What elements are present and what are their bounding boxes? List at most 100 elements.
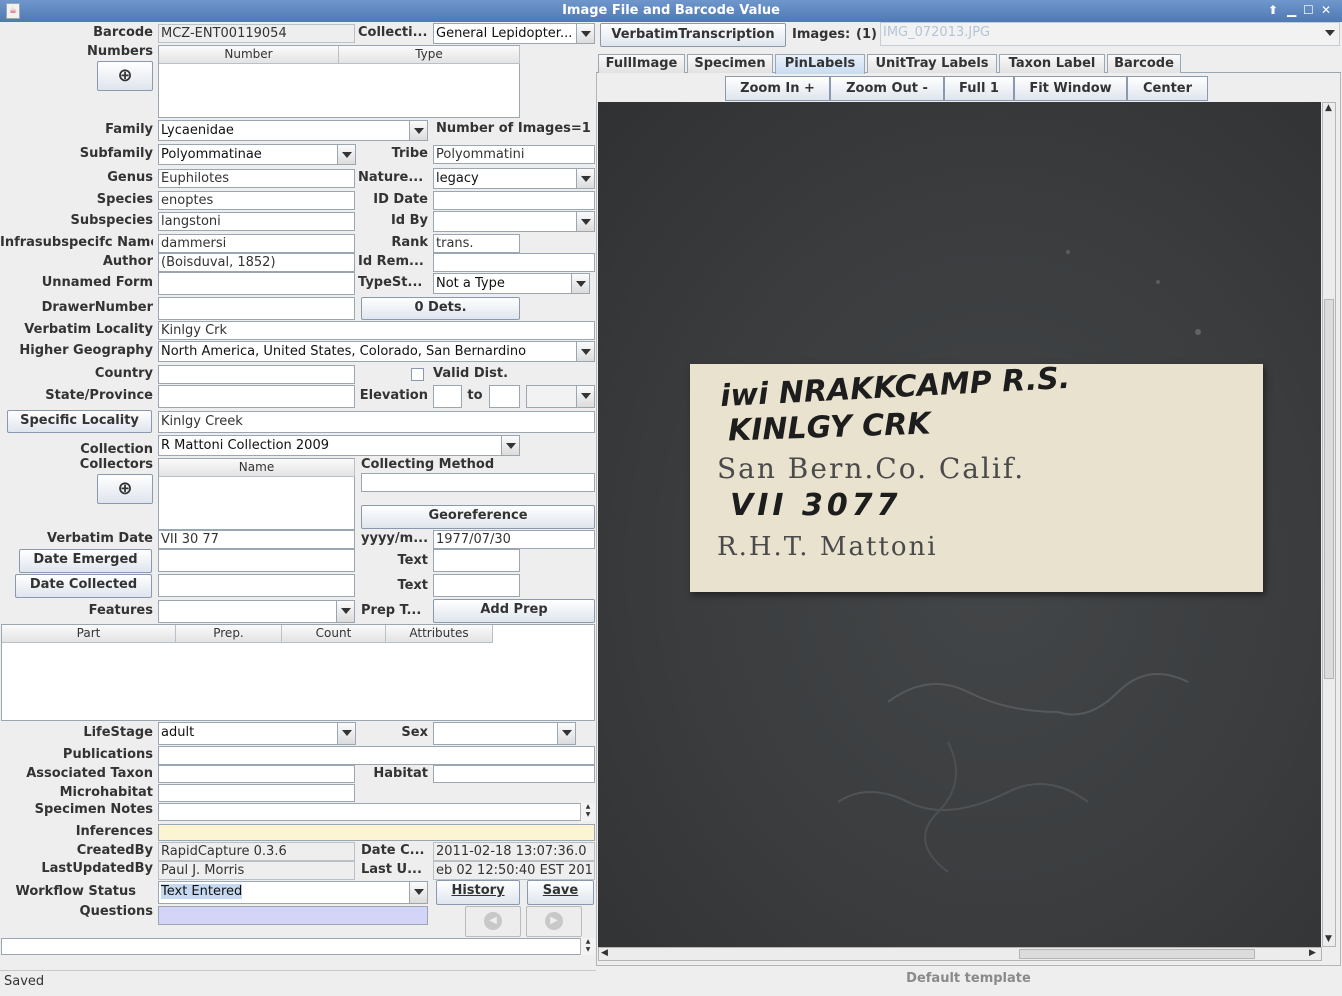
fit-window-button[interactable]: Fit Window — [1014, 76, 1127, 101]
chevron-down-icon[interactable] — [576, 24, 594, 43]
horizontal-scrollbar[interactable]: ◀ ▶ — [598, 947, 1322, 961]
date-collected-button[interactable]: Date Collected — [15, 574, 152, 598]
add-number-button[interactable]: ⊕ — [97, 61, 153, 91]
tribe-field[interactable]: Polyommatini — [433, 145, 595, 164]
life-stage-combo[interactable]: adult — [158, 722, 356, 745]
parts-col-attributes[interactable]: Attributes — [386, 625, 493, 643]
close-icon[interactable]: ✕ — [1321, 3, 1331, 17]
chevron-down-icon[interactable] — [409, 121, 427, 140]
collectors-col-name[interactable]: Name — [159, 459, 355, 477]
habitat-field[interactable] — [433, 765, 595, 783]
vertical-scrollbar[interactable]: ▲ ▼ — [1322, 102, 1336, 947]
date-emerged-text-field[interactable] — [433, 549, 520, 572]
verbatim-transcription-button[interactable]: VerbatimTranscription — [600, 23, 786, 47]
parts-col-prep[interactable]: Prep. — [176, 625, 282, 643]
elevation-units-combo[interactable] — [526, 385, 595, 408]
chevron-down-icon[interactable] — [557, 723, 575, 744]
questions-field[interactable] — [158, 906, 428, 925]
specimen-image[interactable]: iwi NRAKKCAMP R.S. KINLGY CRK San Bern.C… — [598, 102, 1321, 947]
image-file-combo[interactable]: IMG_072013.JPG — [880, 22, 1340, 46]
window-up-icon[interactable]: ⬆ — [1268, 3, 1278, 17]
chevron-down-icon[interactable] — [576, 212, 594, 231]
tab-barcode[interactable]: Barcode — [1107, 54, 1181, 73]
subspecies-field[interactable]: langstoni — [158, 212, 355, 231]
chevron-down-icon[interactable] — [337, 145, 355, 164]
date-collected-text-field[interactable] — [433, 574, 520, 597]
infrasubspecific-field[interactable]: dammersi — [158, 234, 355, 253]
message-spinner-icon[interactable]: ▲ ▼ — [580, 938, 595, 955]
family-combo[interactable]: Lycaenidae — [158, 120, 428, 141]
tab-full-image[interactable]: FullImage — [598, 54, 685, 73]
history-button[interactable]: History — [436, 880, 520, 905]
iso-date-field[interactable]: 1977/07/30 — [433, 530, 595, 549]
full-size-button[interactable]: Full 1 — [944, 76, 1014, 101]
chevron-down-icon[interactable] — [337, 723, 355, 744]
tab-specimen[interactable]: Specimen — [687, 54, 773, 73]
tab-pin-labels[interactable]: PinLabels — [775, 54, 865, 74]
collection-name-combo[interactable]: R Mattoni Collection 2009 — [158, 435, 520, 456]
message-area[interactable] — [1, 938, 595, 955]
numbers-table[interactable]: Number Type — [158, 45, 520, 118]
unnamed-form-field[interactable] — [158, 272, 355, 295]
numbers-col-number[interactable]: Number — [159, 46, 339, 64]
verbatim-date-field[interactable]: VII 30 77 — [158, 530, 355, 549]
chevron-down-icon[interactable] — [571, 274, 589, 293]
numbers-col-type[interactable]: Type — [339, 46, 520, 64]
collection-combo[interactable]: General Lepidopter... — [433, 23, 595, 44]
author-field[interactable]: (Boisduval, 1852) — [158, 253, 355, 272]
microhabitat-field[interactable] — [158, 784, 355, 802]
specimen-notes-spinner-icon[interactable]: ▲ ▼ — [580, 803, 595, 821]
previous-record-button[interactable]: ◀ — [465, 906, 521, 937]
georeference-button[interactable]: Georeference — [361, 505, 595, 529]
chevron-down-icon[interactable] — [409, 882, 427, 903]
next-record-button[interactable]: ▶ — [526, 906, 582, 937]
add-collector-button[interactable]: ⊕ — [97, 474, 153, 504]
verbatim-locality-field[interactable]: Kinlgy Crk — [158, 321, 595, 340]
minimize-icon[interactable]: ▁ — [1287, 3, 1296, 17]
scroll-up-icon[interactable]: ▲ — [1325, 103, 1332, 113]
species-field[interactable]: enoptes — [158, 191, 355, 210]
inferences-field[interactable] — [158, 824, 595, 841]
state-field[interactable] — [158, 385, 355, 408]
collectors-table[interactable]: Name — [158, 458, 355, 530]
specific-locality-field[interactable]: Kinlgy Creek — [158, 411, 595, 433]
valid-dist-checkbox[interactable] — [411, 368, 424, 381]
parts-col-part[interactable]: Part — [2, 625, 176, 643]
workflow-status-combo[interactable]: Text Entered — [158, 881, 428, 904]
chevron-down-icon[interactable] — [576, 169, 594, 188]
specimen-notes-field[interactable] — [158, 803, 595, 821]
horizontal-scroll-thumb[interactable] — [1019, 949, 1255, 959]
id-remarks-field[interactable] — [433, 253, 595, 272]
elevation-from-field[interactable] — [433, 385, 462, 408]
rank-field[interactable]: trans. — [433, 234, 520, 253]
scroll-down-icon[interactable]: ▼ — [1325, 934, 1332, 944]
date-collected-field[interactable] — [158, 574, 355, 597]
publications-field[interactable] — [158, 746, 595, 765]
genus-field[interactable]: Euphilotes — [158, 169, 355, 188]
parts-table[interactable]: Part Prep. Count Attributes — [1, 624, 595, 721]
chevron-down-icon[interactable] — [576, 342, 594, 361]
date-emerged-button[interactable]: Date Emerged — [19, 549, 152, 573]
id-by-combo[interactable] — [433, 211, 595, 232]
zoom-in-button[interactable]: Zoom In + — [725, 76, 830, 101]
save-button[interactable]: Save — [527, 880, 594, 905]
zoom-out-button[interactable]: Zoom Out - — [830, 76, 944, 101]
elevation-to-field[interactable] — [489, 385, 520, 408]
higher-geography-combo[interactable]: North America, United States, Colorado, … — [158, 341, 595, 362]
tab-unit-tray-labels[interactable]: UnitTray Labels — [867, 54, 997, 73]
chevron-down-icon[interactable] — [576, 386, 594, 407]
chevron-down-icon[interactable] — [1321, 23, 1339, 45]
country-field[interactable] — [158, 365, 355, 384]
specific-locality-button[interactable]: Specific Locality — [7, 410, 152, 433]
features-combo[interactable] — [158, 600, 355, 623]
sex-combo[interactable] — [433, 722, 576, 745]
subfamily-combo[interactable]: Polyommatinae — [158, 144, 356, 165]
collecting-method-field[interactable] — [361, 473, 595, 492]
date-emerged-field[interactable] — [158, 549, 355, 572]
nature-combo[interactable]: legacy — [433, 168, 595, 189]
chevron-down-icon[interactable] — [501, 436, 519, 455]
scroll-right-icon[interactable]: ▶ — [1309, 948, 1316, 958]
chevron-down-icon[interactable] — [336, 601, 354, 622]
maximize-icon[interactable]: ☐ — [1303, 3, 1314, 17]
scroll-left-icon[interactable]: ◀ — [601, 948, 608, 958]
